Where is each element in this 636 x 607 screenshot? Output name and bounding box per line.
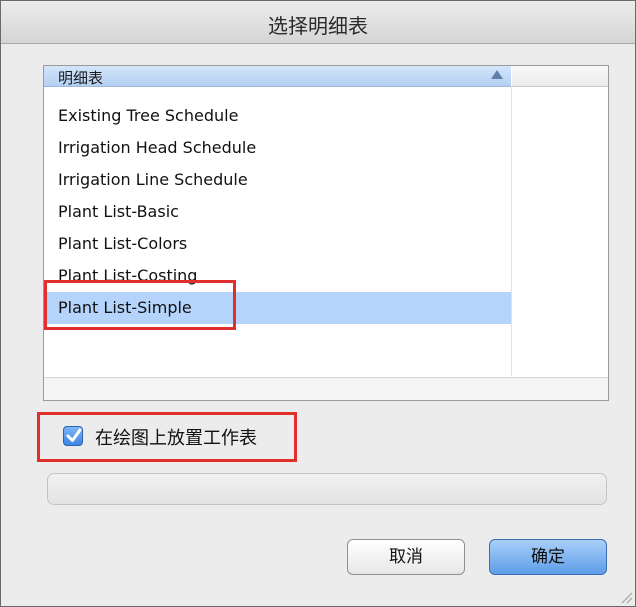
title-bar[interactable]: 选择明细表 [1, 1, 635, 44]
list-item[interactable]: Irrigation Line Schedule [44, 164, 511, 196]
list-item[interactable]: Existing Tree Schedule [44, 100, 511, 132]
highlight-box-selected-item [44, 280, 236, 330]
sort-ascending-icon [491, 70, 503, 79]
list-item[interactable]: Irrigation Head Schedule [44, 132, 511, 164]
window-title: 选择明细表 [268, 14, 368, 38]
list-header-label: 明细表 [58, 69, 104, 87]
list-item[interactable]: Plant List-Colors [44, 228, 511, 260]
highlight-box-checkbox [37, 412, 297, 462]
list-header-filler [512, 66, 608, 87]
list-divider [511, 86, 512, 376]
cancel-button[interactable]: 取消 [347, 539, 465, 575]
ok-button[interactable]: 确定 [489, 539, 607, 575]
horizontal-scrollbar[interactable] [44, 377, 608, 400]
list-item[interactable]: Plant List-Basic [44, 196, 511, 228]
dialog-window: 选择明细表 明细表 Existing Tree Schedule Irrigat… [0, 0, 636, 607]
list-column-header[interactable]: 明细表 [44, 66, 511, 87]
resize-grip-icon[interactable] [619, 590, 633, 604]
progress-bar [47, 473, 607, 505]
schedule-list[interactable]: 明细表 Existing Tree Schedule Irrigation He… [43, 65, 609, 401]
